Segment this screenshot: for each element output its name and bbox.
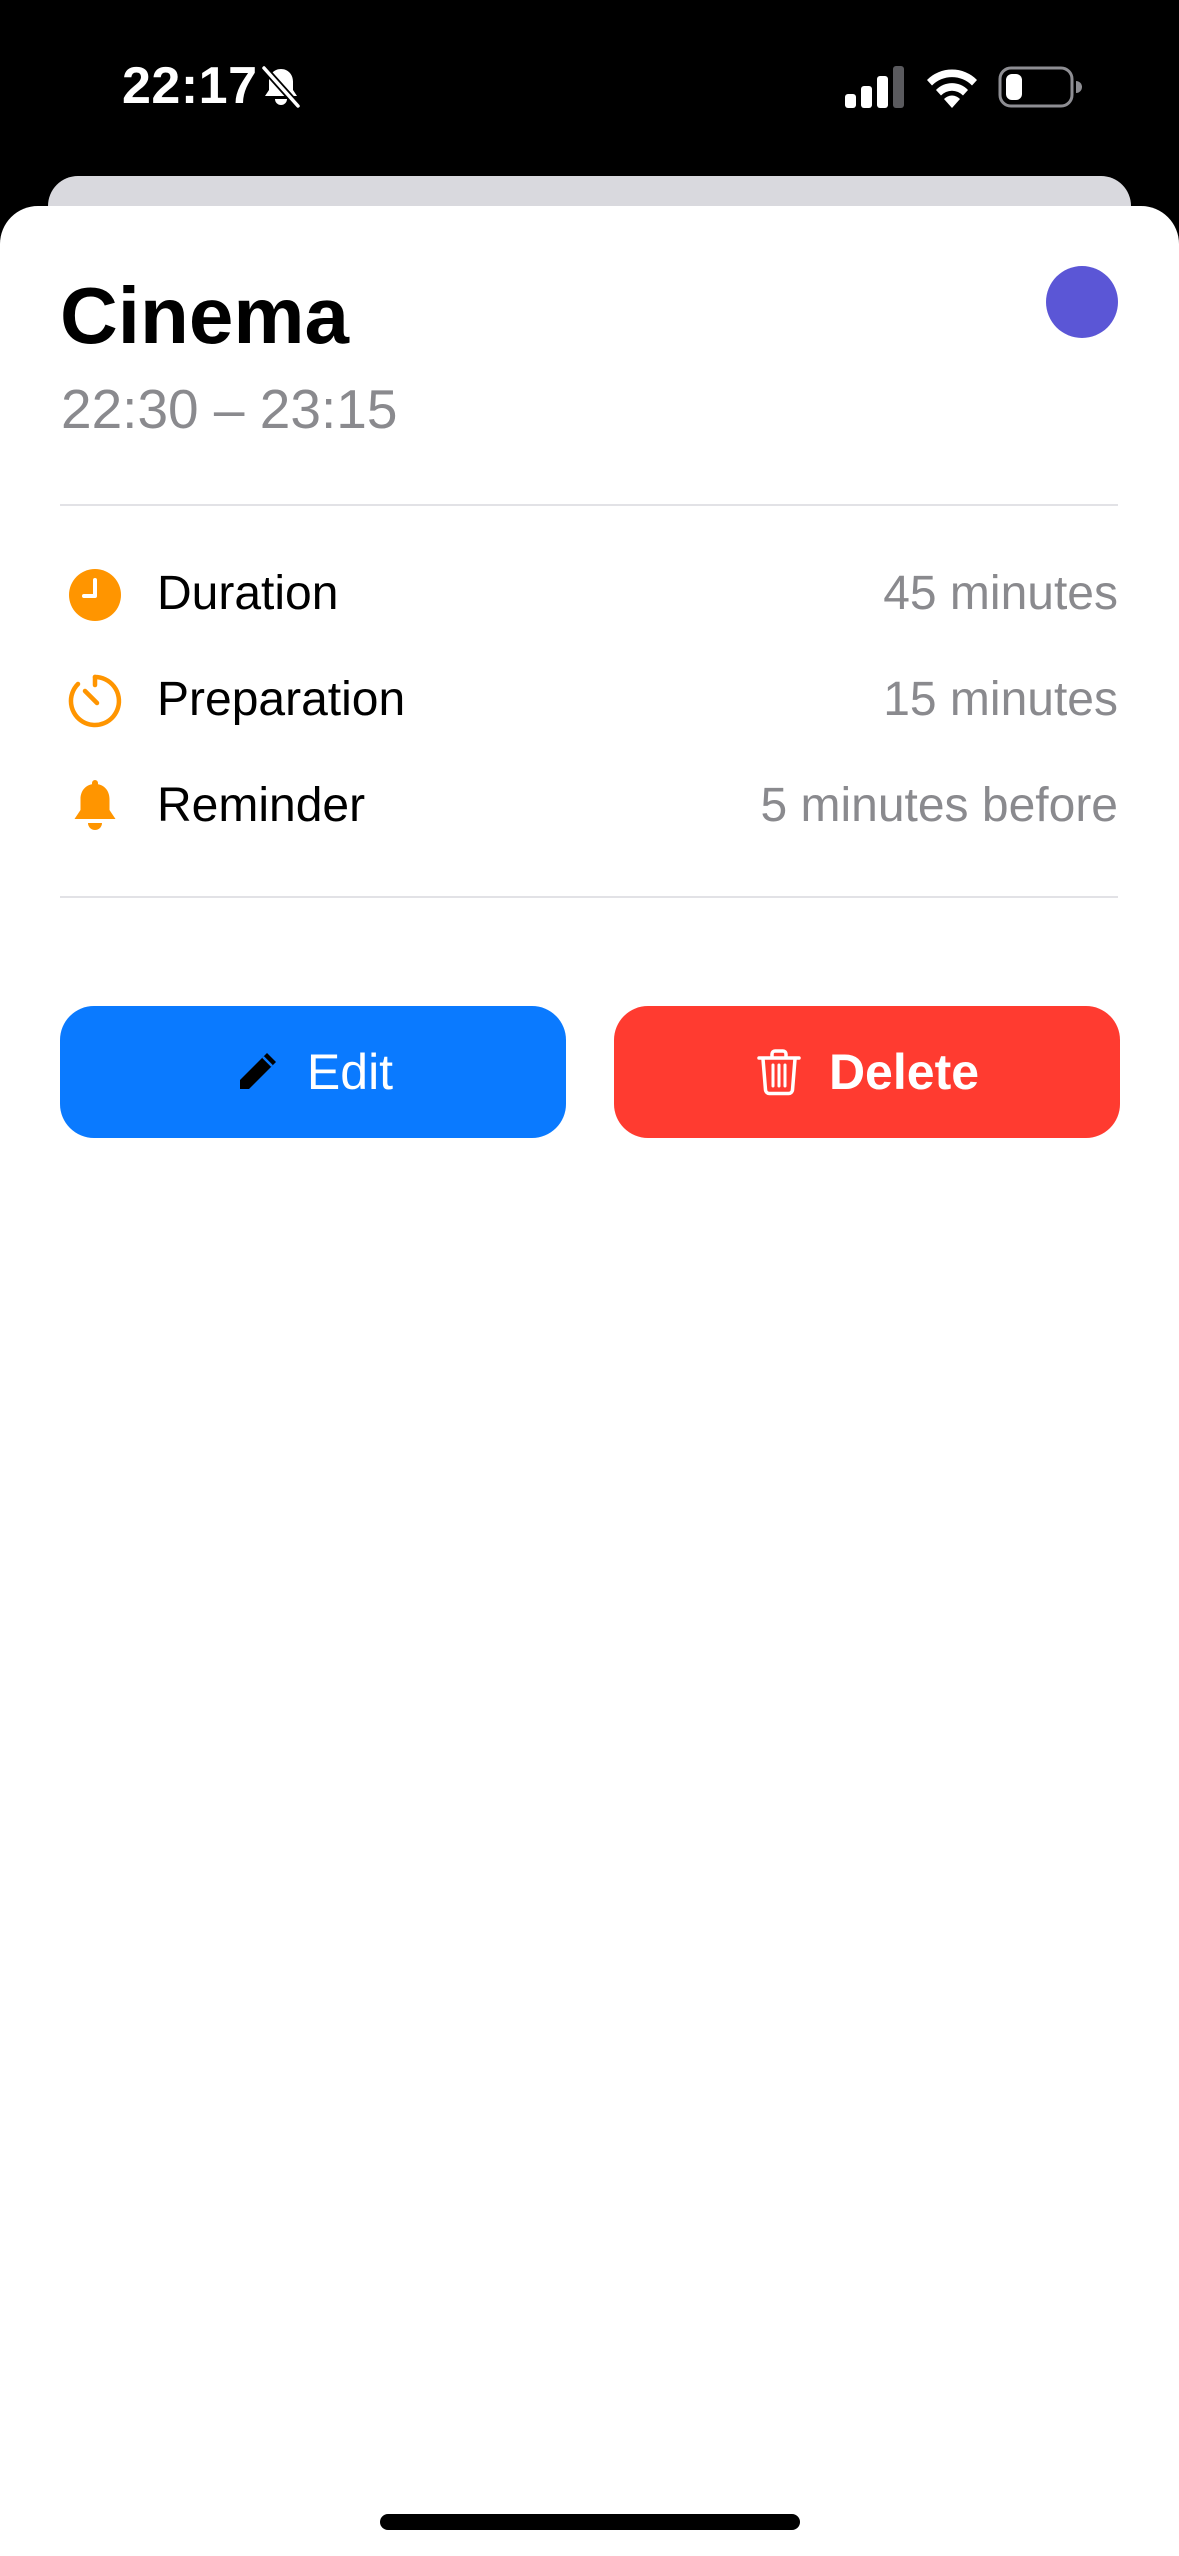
delete-button-label: Delete — [828, 1044, 980, 1100]
timer-icon — [68, 674, 122, 728]
cellular-signal-icon — [845, 66, 904, 108]
detail-row-duration: Duration 45 minutes — [60, 554, 1118, 634]
detail-label: Preparation — [157, 673, 406, 726]
status-time: 22:17 — [122, 57, 258, 115]
detail-row-preparation: Preparation 15 minutes — [60, 660, 1118, 740]
divider-bottom — [60, 896, 1118, 898]
event-color-dot — [1046, 266, 1118, 338]
event-title: Cinema — [60, 271, 349, 360]
event-time-range: 22:30 – 23:15 — [61, 378, 398, 440]
delete-button[interactable]: Delete — [614, 1006, 1120, 1138]
edit-button[interactable]: Edit — [60, 1006, 566, 1138]
pencil-icon — [239, 1053, 276, 1089]
clock-icon — [69, 569, 121, 621]
bell-icon — [74, 780, 116, 830]
detail-value: 45 minutes — [883, 567, 1118, 620]
bell-slash-icon — [260, 64, 302, 110]
screen: 22:17 Cinema 22:30 – 23:15 Duration 45 m… — [0, 0, 1179, 2556]
wifi-icon — [927, 69, 977, 108]
battery-icon — [998, 66, 1082, 108]
detail-label: Reminder — [157, 779, 366, 832]
home-indicator[interactable] — [380, 2514, 800, 2530]
edit-button-label: Edit — [306, 1044, 394, 1100]
divider-top — [60, 504, 1118, 506]
detail-row-reminder: Reminder 5 minutes before — [60, 766, 1118, 846]
trash-icon — [757, 1049, 801, 1096]
status-bar: 22:17 — [0, 0, 1179, 170]
event-detail-sheet: Cinema 22:30 – 23:15 Duration 45 minutes… — [0, 206, 1179, 2556]
detail-value: 5 minutes before — [760, 779, 1118, 832]
detail-value: 15 minutes — [883, 673, 1118, 726]
detail-label: Duration — [157, 567, 339, 620]
